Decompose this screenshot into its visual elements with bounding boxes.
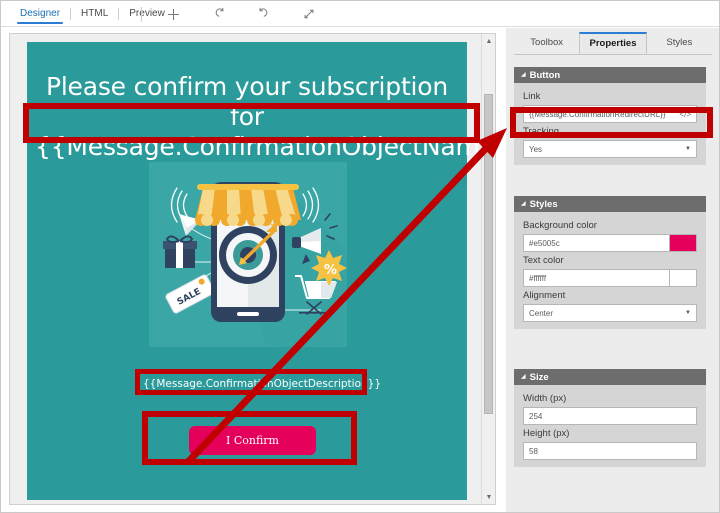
section-button: ◢ Button Link {{Message.ConfirmationRedi… [514, 67, 706, 165]
tab-html[interactable]: HTML [72, 1, 117, 27]
background-color-input[interactable]: #e5005c [523, 234, 669, 252]
tab-designer-label: Designer [20, 8, 61, 19]
section-styles: ◢ Styles Background color #e5005c Text c… [514, 196, 706, 329]
alignment-label: Alignment [523, 290, 566, 301]
email-description[interactable]: {{Message.ConfirmationObjectDescription}… [143, 376, 381, 393]
tab-properties[interactable]: Properties [579, 32, 647, 54]
background-color-label: Background color [523, 220, 597, 231]
tab-divider-2 [118, 8, 120, 20]
editor-view-tabs: Designer HTML Preview [11, 1, 174, 27]
email-body[interactable]: Please confirm your subscription for {{M… [27, 42, 480, 500]
tab-styles-label: Styles [666, 37, 693, 48]
section-styles-body: Background color #e5005c Text color #fff… [514, 212, 706, 329]
text-color-swatch[interactable] [669, 269, 697, 287]
mobile-marketing-illustration[interactable]: SALE % [149, 162, 347, 347]
text-color-label: Text color [523, 255, 564, 266]
width-input[interactable]: 254 [523, 407, 697, 425]
toolbar-divider [141, 7, 142, 22]
tab-html-label: HTML [81, 8, 109, 19]
alignment-select[interactable]: Center ▼ [523, 304, 697, 322]
section-button-header[interactable]: ◢ Button [514, 67, 706, 83]
alignment-select-value: Center [529, 308, 554, 318]
top-toolbar: Designer HTML Preview [1, 1, 719, 27]
background-color-swatch[interactable] [669, 234, 697, 252]
confirm-button[interactable]: I Confirm [189, 426, 316, 455]
scroll-up-arrow-icon[interactable]: ▲ [482, 34, 496, 48]
collapse-caret-icon: ◢ [521, 71, 526, 78]
section-styles-title: Styles [529, 198, 558, 210]
properties-panel: Toolbox Properties Styles ◢ Button Link … [506, 28, 719, 512]
section-size: ◢ Size Width (px) 254 Height (px) 58 [514, 369, 706, 467]
tracking-select[interactable]: Yes ▼ [523, 140, 697, 158]
code-icon[interactable]: </> [679, 106, 691, 122]
canvas-vertical-scrollbar[interactable]: ▲ ▼ [481, 34, 495, 504]
tab-styles[interactable]: Styles [647, 32, 712, 54]
section-button-title: Button [529, 69, 561, 81]
email-designer-window: Designer HTML Preview Please confirm you… [0, 0, 720, 513]
panel-tabs: Toolbox Properties Styles [514, 32, 712, 55]
height-label: Height (px) [523, 428, 570, 439]
width-label: Width (px) [523, 393, 567, 404]
design-canvas-area: Please confirm your subscription for {{M… [9, 33, 496, 505]
heading-line-1: Please confirm your subscription for [45, 72, 449, 131]
text-color-input[interactable]: #ffffff [523, 269, 669, 287]
tab-divider-1 [70, 8, 72, 20]
section-button-body: Link {{Message.ConfirmationRedirectURL}}… [514, 83, 706, 165]
section-size-header[interactable]: ◢ Size [514, 369, 706, 385]
tracking-label: Tracking [523, 126, 560, 137]
text-color-row: #ffffff [523, 269, 697, 287]
scroll-down-arrow-icon[interactable]: ▼ [482, 490, 496, 504]
link-label: Link [523, 91, 541, 102]
background-color-row: #e5005c [523, 234, 697, 252]
link-input-value: {{Message.ConfirmationRedirectURL}} [529, 109, 666, 119]
plus-icon[interactable] [151, 1, 196, 27]
heading-placeholder-token: {{Message.ConfirmationObjectName}} [35, 132, 480, 161]
redo-icon[interactable] [241, 1, 286, 27]
tab-toolbox-label: Toolbox [530, 37, 564, 48]
link-input[interactable]: {{Message.ConfirmationRedirectURL}} </> [523, 105, 697, 123]
scrollbar-thumb[interactable] [484, 94, 493, 414]
height-input[interactable]: 58 [523, 442, 697, 460]
tab-properties-label: Properties [589, 38, 637, 49]
collapse-caret-icon: ◢ [521, 373, 526, 380]
tab-toolbox[interactable]: Toolbox [514, 32, 579, 54]
tab-designer[interactable]: Designer [11, 1, 69, 27]
expand-icon[interactable] [286, 1, 331, 27]
section-size-body: Width (px) 254 Height (px) 58 [514, 385, 706, 467]
tracking-select-value: Yes [529, 144, 543, 154]
svg-text:%: % [324, 263, 337, 278]
collapse-caret-icon: ◢ [521, 200, 526, 207]
section-size-title: Size [529, 371, 549, 383]
section-styles-header[interactable]: ◢ Styles [514, 196, 706, 212]
confirm-button-zone: I Confirm [54, 420, 440, 474]
undo-icon[interactable] [196, 1, 241, 27]
canvas-scroll-viewport: Please confirm your subscription for {{M… [10, 34, 480, 504]
toolbar-actions [151, 1, 331, 27]
chevron-down-icon: ▼ [685, 146, 691, 152]
chevron-down-icon: ▼ [685, 310, 691, 316]
email-heading[interactable]: Please confirm your subscription for {{M… [35, 72, 480, 162]
